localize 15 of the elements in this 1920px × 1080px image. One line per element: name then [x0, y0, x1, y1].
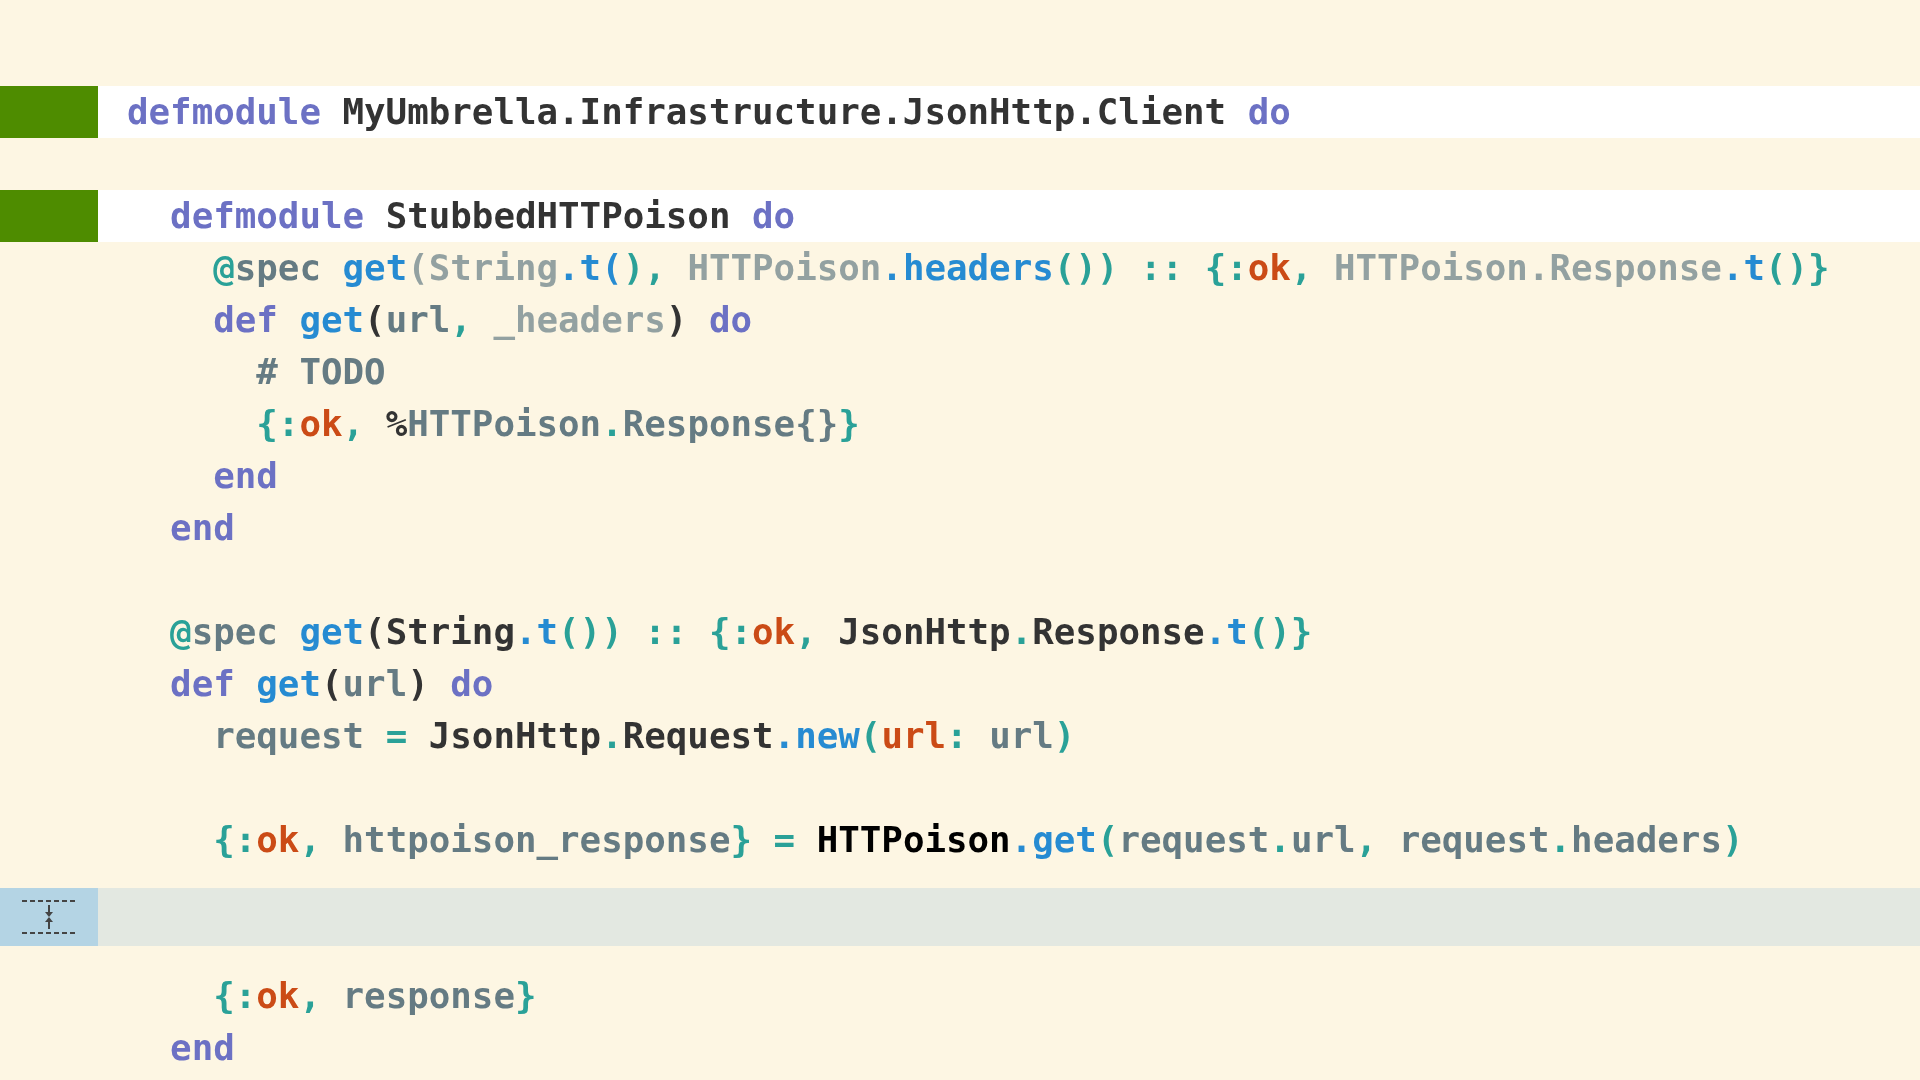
code-line: @spec get(String.t()) :: {:ok, JsonHttp.Response.t()}	[169, 610, 1313, 654]
code-line: def get(url) do	[169, 662, 494, 706]
code-line: end	[212, 454, 278, 498]
code-line: defmodule StubbedHTTPoison do	[169, 194, 796, 238]
code-line: # TODO	[255, 350, 386, 394]
code-line: {:ok, %HTTPoison.Response{}}	[255, 402, 860, 446]
code-line: {:ok, response}	[212, 974, 537, 1018]
code-line: def get(url, _headers) do	[212, 298, 753, 342]
code-line: end	[169, 1026, 235, 1070]
code-line: request = JsonHttp.Request.new(url: url)	[212, 714, 1076, 758]
code-line: defmodule MyUmbrella.Infrastructure.JsonHttp.Client do	[126, 90, 1291, 134]
code-line: end	[169, 506, 235, 550]
expand-icon[interactable]	[20, 897, 78, 937]
code-line: {:ok, httpoison_response} = HTTPoison.get(request.url, request.headers)	[212, 818, 1744, 862]
code-line: @spec get(String.t(), HTTPoison.headers()) :: {:ok, HTTPoison.Response.t()}	[212, 246, 1830, 290]
